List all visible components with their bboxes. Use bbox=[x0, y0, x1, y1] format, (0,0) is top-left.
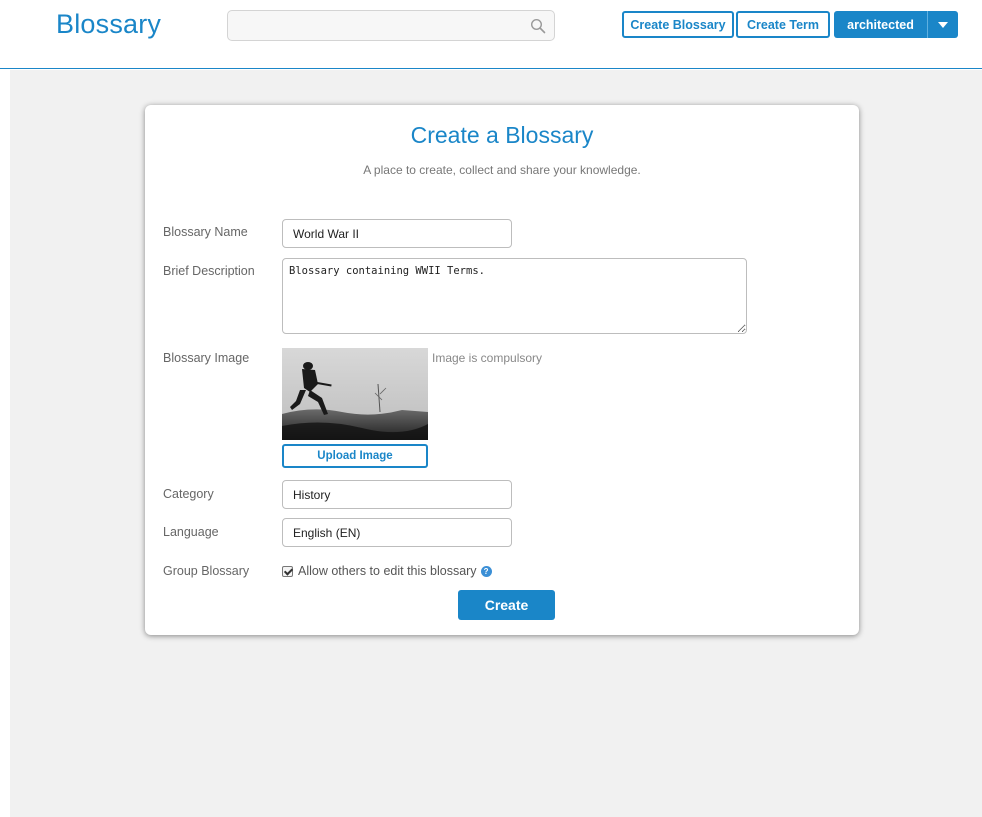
group-blossary-label: Group Blossary bbox=[163, 564, 250, 578]
help-icon[interactable]: ? bbox=[480, 565, 492, 577]
create-blossary-button[interactable]: Create Blossary bbox=[622, 11, 734, 38]
search-box[interactable] bbox=[227, 10, 555, 41]
blossary-name-label: Blossary Name bbox=[163, 225, 248, 239]
top-header: Blossary Create Blossary Create Term arc… bbox=[0, 0, 982, 69]
caret-down-icon bbox=[938, 21, 948, 28]
group-blossary-option: Allow others to edit this blossary ? bbox=[282, 564, 492, 578]
brief-description-label: Brief Description bbox=[163, 264, 255, 278]
form-subtitle: A place to create, collect and share you… bbox=[363, 163, 641, 177]
soldier-photo bbox=[282, 348, 428, 440]
language-label: Language bbox=[163, 525, 219, 539]
allow-edit-label[interactable]: Allow others to edit this blossary bbox=[298, 564, 477, 578]
category-input[interactable] bbox=[282, 480, 512, 509]
create-term-button[interactable]: Create Term bbox=[736, 11, 830, 38]
blossary-name-input[interactable] bbox=[282, 219, 512, 248]
category-label: Category bbox=[163, 487, 214, 501]
search-icon[interactable] bbox=[530, 18, 546, 34]
create-button[interactable]: Create bbox=[458, 590, 555, 620]
user-dropdown-toggle[interactable] bbox=[928, 11, 958, 38]
create-blossary-form: Create a Blossary A place to create, col… bbox=[145, 105, 859, 635]
blossary-image-label: Blossary Image bbox=[163, 351, 250, 365]
user-menu-button[interactable]: architected bbox=[834, 11, 958, 38]
allow-edit-checkbox[interactable] bbox=[282, 565, 293, 577]
username-label[interactable]: architected bbox=[834, 11, 928, 38]
blossary-image-preview bbox=[282, 348, 428, 440]
form-title: Create a Blossary bbox=[410, 122, 594, 148]
site-logo[interactable]: Blossary bbox=[56, 9, 161, 40]
upload-image-button[interactable]: Upload Image bbox=[282, 444, 428, 468]
brief-description-textarea[interactable]: Blossary containing WWII Terms. bbox=[282, 258, 747, 334]
language-input[interactable] bbox=[282, 518, 512, 547]
image-required-note: Image is compulsory bbox=[432, 351, 543, 365]
search-input[interactable] bbox=[228, 11, 554, 40]
